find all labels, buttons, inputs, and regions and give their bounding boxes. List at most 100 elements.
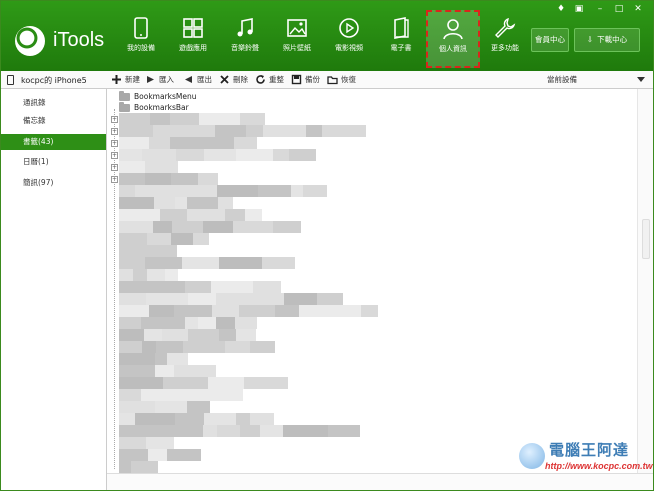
nav-my-device[interactable]: 我的設備	[115, 11, 167, 67]
delete-button[interactable]: 刪除	[219, 74, 248, 86]
device-select-dropdown[interactable]: 當前設備	[547, 74, 647, 86]
blur-block	[155, 365, 174, 377]
sidebar-item-calendar[interactable]: 日曆(1)	[1, 154, 106, 170]
blur-block	[215, 137, 234, 149]
blur-block	[172, 221, 189, 233]
nav-label: 照片壁紙	[283, 44, 311, 52]
blur-block	[150, 113, 170, 125]
expand-icon[interactable]: +	[111, 140, 118, 147]
nav-apps[interactable]: 遊戲應用	[167, 11, 219, 67]
blur-block	[153, 221, 172, 233]
blur-block	[119, 185, 135, 197]
itools-logo-icon	[15, 26, 45, 56]
device-header[interactable]: kocpc的 iPhone5	[1, 71, 107, 89]
tree-folder-bookmarksmenu[interactable]: BookmarksMenu	[119, 91, 197, 102]
export-button[interactable]: 匯出	[183, 74, 212, 86]
blur-block	[208, 377, 244, 389]
blur-block	[119, 377, 163, 389]
blur-block	[176, 149, 204, 161]
blur-block	[254, 293, 284, 305]
nav-music[interactable]: 音樂鈴聲	[219, 11, 271, 67]
blur-block	[182, 257, 219, 269]
nav-photos[interactable]: 照片壁紙	[271, 11, 323, 67]
blur-block	[167, 449, 201, 461]
sidebar-item-contacts[interactable]: 通訊錄	[1, 95, 106, 111]
blur-block	[204, 413, 236, 425]
blur-block	[135, 413, 175, 425]
blur-block	[147, 269, 165, 281]
blur-block	[119, 197, 154, 209]
nav-more[interactable]: 更多功能	[479, 11, 531, 67]
backup-label: 備份	[305, 75, 320, 84]
maximize-icon[interactable]: □	[613, 4, 625, 14]
nav-personal-info[interactable]: 個人資訊	[426, 10, 480, 68]
expand-icon[interactable]: +	[111, 176, 118, 183]
blur-block	[119, 401, 155, 413]
tree-folder-bookmarksbar[interactable]: BookmarksBar	[119, 102, 189, 113]
blur-block	[260, 425, 283, 437]
blur-block	[299, 305, 344, 317]
blur-block	[361, 305, 378, 317]
import-button[interactable]: 匯入	[145, 74, 174, 86]
blur-block	[211, 281, 253, 293]
nav-ebook[interactable]: 電子書	[375, 11, 427, 67]
restore-button[interactable]: 恢復	[327, 74, 356, 86]
expand-icon[interactable]: +	[111, 128, 118, 135]
blur-block	[185, 281, 211, 293]
blur-block	[146, 293, 188, 305]
blur-block	[262, 257, 295, 269]
blur-block	[189, 377, 208, 389]
download-center-button[interactable]: ⇩ 下載中心	[574, 28, 640, 52]
blur-block	[198, 317, 216, 329]
blur-block	[170, 137, 215, 149]
blur-block	[236, 413, 250, 425]
expand-icon[interactable]: +	[111, 164, 118, 171]
new-button[interactable]: 新建	[111, 74, 140, 86]
blur-block	[119, 257, 145, 269]
member-center-button[interactable]: 會員中心	[531, 28, 569, 52]
blur-block	[258, 185, 291, 197]
sidebar-item-bookmarks[interactable]: 書籤(43)	[1, 134, 106, 150]
download-center-label: 下載中心	[597, 35, 628, 44]
device-name: kocpc的 iPhone5	[21, 76, 87, 85]
blur-block	[119, 245, 152, 257]
blur-block	[149, 305, 174, 317]
blur-block	[145, 173, 171, 185]
blur-block	[135, 185, 173, 197]
blur-block	[167, 353, 188, 365]
import-icon	[147, 76, 154, 83]
blur-block	[119, 149, 142, 161]
blur-block	[322, 125, 366, 137]
expand-icon[interactable]: +	[111, 152, 118, 159]
blur-block	[155, 353, 167, 365]
close-icon[interactable]: ✕	[632, 4, 644, 14]
new-label: 新建	[125, 75, 140, 84]
settings-icon[interactable]: ▣	[573, 4, 585, 14]
person-icon	[443, 19, 463, 40]
site-watermark: 電腦王阿達 http://www.kocpc.com.tw	[519, 437, 653, 481]
blur-block	[219, 329, 236, 341]
blur-block	[275, 305, 299, 317]
blur-block	[162, 425, 203, 437]
scrollbar-thumb[interactable]	[642, 219, 650, 259]
blur-block	[185, 317, 198, 329]
sidebar-item-messages[interactable]: 簡訊(97)	[1, 175, 106, 191]
nav-label: 音樂鈴聲	[231, 44, 259, 52]
bookmark-tree: BookmarksMenu BookmarksBar + + + + + +	[107, 89, 653, 473]
blur-block	[284, 293, 317, 305]
expand-icon[interactable]: +	[111, 116, 118, 123]
sidebar-item-notes[interactable]: 備忘錄	[1, 113, 106, 129]
nav-video[interactable]: 電影視頻	[323, 11, 375, 67]
refresh-button[interactable]: 重整	[255, 74, 284, 86]
blur-block	[119, 437, 146, 449]
blur-block	[199, 113, 240, 125]
skin-icon[interactable]: ♦	[555, 4, 567, 14]
blur-block	[184, 389, 222, 401]
minimize-icon[interactable]: –	[594, 4, 606, 14]
vertical-scrollbar[interactable]	[637, 89, 653, 473]
blur-block	[215, 125, 246, 137]
blur-block	[119, 425, 162, 437]
blur-block	[155, 401, 187, 413]
blur-block	[219, 257, 262, 269]
backup-button[interactable]: 備份	[291, 74, 320, 86]
